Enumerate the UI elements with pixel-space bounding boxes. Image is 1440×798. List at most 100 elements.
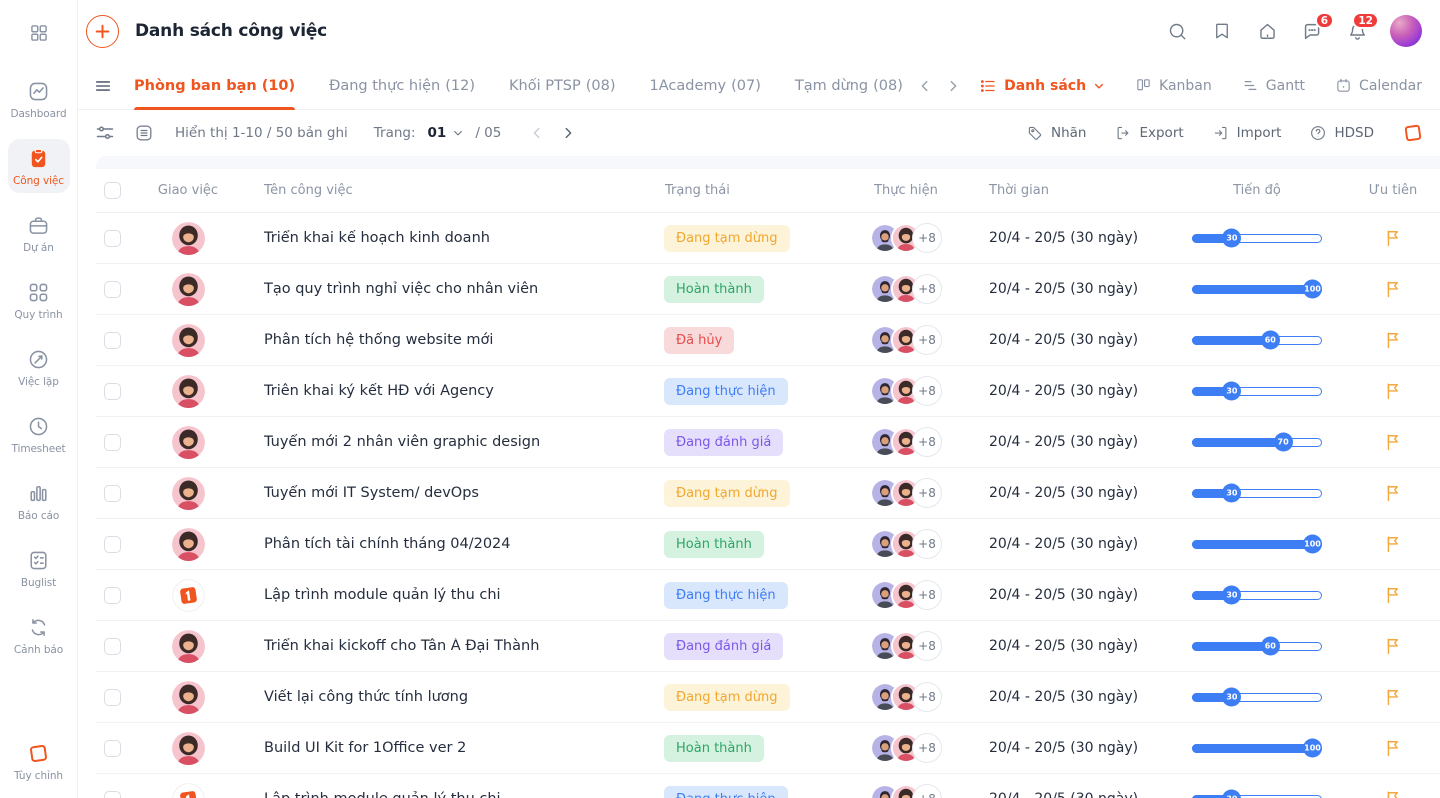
row-checkbox[interactable] [104,587,121,604]
assigner-avatar[interactable] [172,273,205,306]
view-calendar-button[interactable]: Calendar [1335,77,1422,94]
sidebar-item-customize[interactable]: Tùy chỉnh [8,734,70,788]
select-all-checkbox[interactable] [104,182,121,199]
priority-flag-icon[interactable] [1382,431,1404,453]
labels-button[interactable]: Nhãn [1026,124,1086,142]
progress-value[interactable]: 30 [1222,688,1241,707]
assignees-group[interactable]: +8 [870,478,942,508]
progress-slider[interactable]: 30 [1192,693,1322,702]
assigner-avatar[interactable] [172,426,205,459]
user-avatar[interactable] [1390,15,1422,47]
assignees-group[interactable]: +8 [870,376,942,406]
progress-value[interactable]: 30 [1222,586,1241,605]
search-icon[interactable] [1165,19,1189,43]
progress-value[interactable]: 100 [1303,535,1322,554]
sidebar-item-recurring[interactable]: Việc lặp [8,340,70,394]
sidebar-item-alerts[interactable]: Cảnh báo [8,608,70,662]
progress-value[interactable]: 30 [1222,382,1241,401]
add-task-button[interactable] [86,15,119,48]
progress-slider[interactable]: 30 [1192,489,1322,498]
apps-grid-icon[interactable] [22,16,56,50]
tab-2[interactable]: Khối PTSP (08) [509,62,616,110]
assigner-avatar[interactable] [172,528,205,561]
progress-value[interactable]: 100 [1303,280,1322,299]
assignees-group[interactable]: +8 [870,682,942,712]
assigner-avatar[interactable] [172,579,205,612]
sidebar-item-tasks[interactable]: Công việc [8,139,70,193]
row-checkbox[interactable] [104,281,121,298]
assigner-avatar[interactable] [172,375,205,408]
row-checkbox[interactable] [104,434,121,451]
progress-value[interactable]: 100 [1303,739,1322,758]
row-checkbox[interactable] [104,638,121,655]
assignees-group[interactable]: +8 [870,580,942,610]
sidebar-item-projects[interactable]: Dự án [8,206,70,260]
chat-icon[interactable]: 6 [1300,19,1324,43]
tabs-next-icon[interactable] [946,79,960,93]
tab-3[interactable]: 1Academy (07) [650,62,761,110]
tab-menu-icon[interactable] [94,76,114,96]
priority-flag-icon[interactable] [1382,227,1404,249]
page-select[interactable]: 01 [428,125,465,141]
task-name[interactable]: Triên khai ký kết HĐ với Agency [264,383,494,399]
assignees-group[interactable]: +8 [870,223,942,253]
priority-flag-icon[interactable] [1382,482,1404,504]
progress-slider[interactable]: 30 [1192,234,1322,243]
assigner-avatar[interactable] [172,477,205,510]
tab-1[interactable]: Đang thực hiện (12) [329,62,475,110]
task-name[interactable]: Triển khai kickoff cho Tân Á Đại Thành [264,638,539,654]
assignees-group[interactable]: +8 [870,427,942,457]
row-checkbox[interactable] [104,230,121,247]
row-checkbox[interactable] [104,740,121,757]
sidebar-item-dashboard[interactable]: Dashboard [8,72,70,126]
progress-value[interactable]: 30 [1222,790,1241,798]
task-name[interactable]: Phân tích hệ thống website mới [264,332,493,348]
row-checkbox[interactable] [104,485,121,502]
progress-slider[interactable]: 100 [1192,540,1322,549]
progress-slider[interactable]: 70 [1192,438,1322,447]
progress-value[interactable]: 60 [1261,637,1280,656]
progress-slider[interactable]: 60 [1192,642,1322,651]
task-name[interactable]: Viết lại công thức tính lương [264,689,468,705]
row-checkbox[interactable] [104,689,121,706]
progress-value[interactable]: 30 [1222,229,1241,248]
assigner-avatar[interactable] [172,324,205,357]
assignees-group[interactable]: +8 [870,631,942,661]
sidebar-item-timesheet[interactable]: Timesheet [8,407,70,461]
tab-0[interactable]: Phòng ban bạn (10) [134,62,295,110]
col-priority[interactable]: Ưu tiên [1346,183,1440,198]
import-button[interactable]: Import [1212,124,1282,142]
tabs-prev-icon[interactable] [918,79,932,93]
progress-value[interactable]: 30 [1222,484,1241,503]
progress-value[interactable]: 60 [1261,331,1280,350]
page-next-icon[interactable] [561,126,575,140]
task-name[interactable]: Lập trình module quản lý thu chi [264,791,501,798]
assigner-avatar[interactable] [172,783,205,798]
progress-slider[interactable]: 60 [1192,336,1322,345]
assignees-group[interactable]: +8 [870,274,942,304]
task-name[interactable]: Build UI Kit for 1Office ver 2 [264,740,466,756]
assigner-avatar[interactable] [172,630,205,663]
page-prev-icon[interactable] [530,126,544,140]
view-config-icon[interactable] [133,122,155,144]
row-checkbox[interactable] [104,332,121,349]
home-icon[interactable] [1255,19,1279,43]
row-checkbox[interactable] [104,383,121,400]
sidebar-item-workflow[interactable]: Quy trình [8,273,70,327]
assignees-group[interactable]: +8 [870,733,942,763]
support-widget-icon[interactable] [1402,122,1424,144]
task-name[interactable]: Triển khai kế hoạch kinh doanh [264,230,490,246]
col-progress[interactable]: Tiến độ [1168,183,1346,198]
col-time[interactable]: Thời gian [970,183,1168,198]
progress-slider[interactable]: 100 [1192,744,1322,753]
priority-flag-icon[interactable] [1382,533,1404,555]
priority-flag-icon[interactable] [1382,329,1404,351]
priority-flag-icon[interactable] [1382,278,1404,300]
notifications-bell-icon[interactable]: 12 [1345,19,1369,43]
row-checkbox[interactable] [104,536,121,553]
task-name[interactable]: Tuyển mới 2 nhân viên graphic design [264,434,540,450]
progress-slider[interactable]: 100 [1192,285,1322,294]
assigner-avatar[interactable] [172,222,205,255]
priority-flag-icon[interactable] [1382,380,1404,402]
progress-value[interactable]: 70 [1274,433,1293,452]
